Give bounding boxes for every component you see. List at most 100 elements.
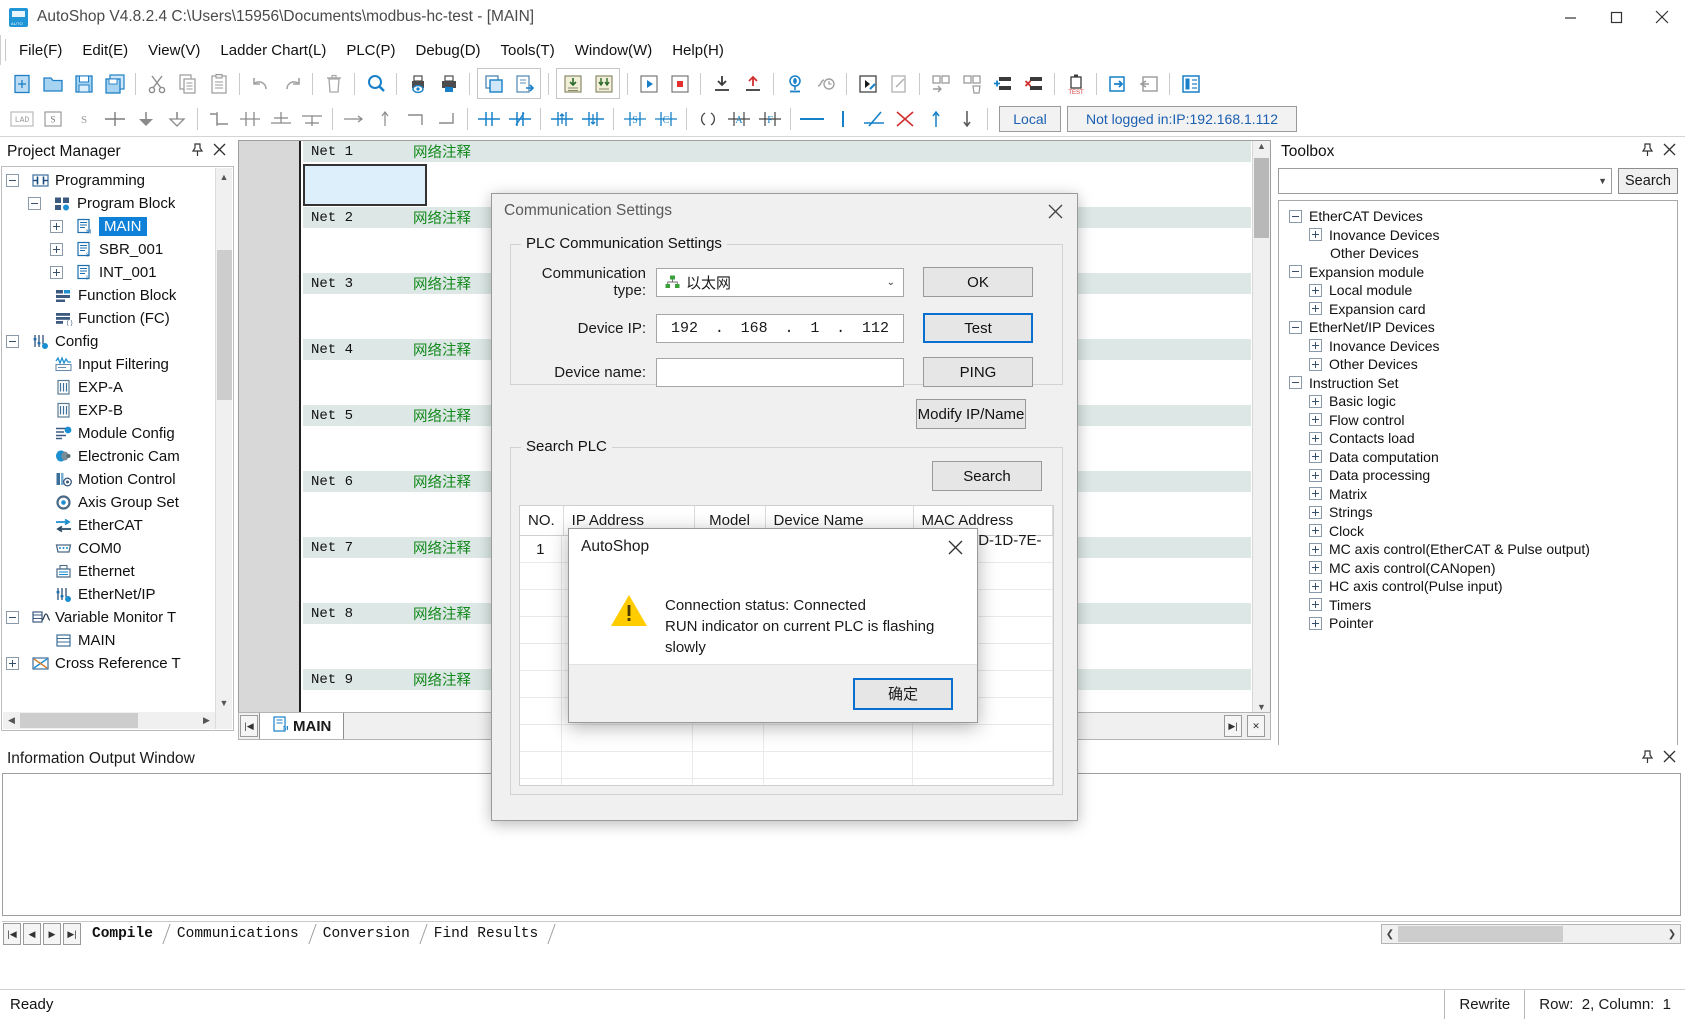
iow-nav-next[interactable]: ▶ — [43, 923, 61, 945]
expand-icon[interactable] — [1309, 561, 1322, 574]
tab-nav-first[interactable]: |◀ — [240, 715, 258, 737]
iow-tab-conversion[interactable]: Conversion — [313, 924, 424, 944]
tree-item-axis-group-set[interactable]: Axis Group Set — [2, 491, 216, 514]
close-icon[interactable] — [1663, 750, 1676, 769]
stl-icon[interactable]: S — [37, 105, 68, 134]
menu-help[interactable]: Help(H) — [662, 39, 734, 62]
ok-button[interactable]: OK — [923, 267, 1033, 297]
scroll-up-arrow[interactable]: ▲ — [216, 168, 232, 185]
toolbox-item-instruction-set[interactable]: Instruction Set — [1285, 374, 1677, 393]
tree-item-module-config[interactable]: Module Config — [2, 422, 216, 445]
toolbox-item-basic-logic[interactable]: Basic logic — [1285, 392, 1677, 411]
lad-icon[interactable]: LAD — [6, 105, 37, 134]
expand-icon[interactable] — [1309, 413, 1322, 426]
close-icon[interactable] — [213, 143, 226, 162]
tree-item-electronic-cam[interactable]: Electronic Cam — [2, 445, 216, 468]
login-status-button[interactable]: Not logged in:IP:192.168.1.112 — [1067, 106, 1297, 132]
expand-icon[interactable] — [1309, 487, 1322, 500]
menu-debug[interactable]: Debug(D) — [406, 39, 491, 62]
toolbox-item-expansion-module[interactable]: Expansion module — [1285, 263, 1677, 282]
branch4-icon[interactable] — [296, 105, 327, 134]
tree-item-config[interactable]: Config — [2, 330, 216, 353]
test-button[interactable]: Test — [923, 313, 1033, 343]
net-header[interactable]: Net 1网络注释 — [303, 141, 1251, 163]
device-ip-input[interactable]: 192. 168. 1. 112 — [656, 314, 904, 343]
upload-icon[interactable] — [737, 69, 768, 98]
tree-item-programming[interactable]: Programming — [2, 169, 216, 192]
tree-item-function-fc[interactable]: ()Function (FC) — [2, 307, 216, 330]
tree-item-int-001[interactable]: IINT_001 — [2, 261, 216, 284]
menu-view[interactable]: View(V) — [138, 39, 210, 62]
toolbox-item-other-devices[interactable]: Other Devices — [1285, 244, 1677, 263]
find-icon[interactable] — [360, 69, 391, 98]
tree-item-program-block[interactable]: Program Block — [2, 192, 216, 215]
toolbox-tree[interactable]: EtherCAT DevicesInovance DevicesOther De… — [1278, 200, 1678, 770]
save-icon[interactable] — [68, 69, 99, 98]
tree-item-com0[interactable]: COM0 — [2, 537, 216, 560]
branch2-icon[interactable] — [234, 105, 265, 134]
tree-item-motion-control[interactable]: Motion Control — [2, 468, 216, 491]
edit-note-icon[interactable] — [883, 69, 914, 98]
qr-scan-icon[interactable] — [925, 69, 956, 98]
project-tree-vscrollbar[interactable]: ▲ ▼ — [215, 168, 232, 729]
net-comment[interactable]: 网络注释 — [413, 471, 471, 492]
tree-item-exp-a[interactable]: EXP-A — [2, 376, 216, 399]
copy-icon[interactable] — [172, 69, 203, 98]
toolbox-item-ethernet-ip-devices[interactable]: EtherNet/IP Devices — [1285, 318, 1677, 337]
tree-item-ethernet[interactable]: Ethernet — [2, 560, 216, 583]
contact-nc-icon[interactable] — [504, 105, 535, 134]
menu-tools[interactable]: Tools(T) — [491, 39, 565, 62]
close-button[interactable] — [1639, 0, 1685, 35]
expand-icon[interactable] — [6, 657, 19, 670]
compare-icon[interactable] — [478, 69, 509, 98]
coil-down-icon[interactable] — [130, 105, 161, 134]
falling-edge-icon[interactable] — [577, 105, 608, 134]
iow-hscrollbar[interactable]: ❮ ❯ — [1381, 924, 1681, 944]
hline-icon[interactable] — [796, 105, 827, 134]
ip-octet-4[interactable]: 112 — [862, 320, 889, 337]
toolbox-item-hc-axis-control-pulse-input[interactable]: HC axis control(Pulse input) — [1285, 577, 1677, 596]
branch3-icon[interactable] — [265, 105, 296, 134]
line-corner2-icon[interactable] — [431, 105, 462, 134]
iow-tab-communications[interactable]: Communications — [167, 924, 313, 944]
paste-icon[interactable] — [203, 69, 234, 98]
toolbox-item-data-processing[interactable]: Data processing — [1285, 466, 1677, 485]
test-usb-icon[interactable]: TEST — [1060, 69, 1091, 98]
comm-dialog-close-icon[interactable] — [1033, 194, 1077, 228]
ip-octet-1[interactable]: 192 — [671, 320, 698, 337]
pin-icon[interactable] — [1641, 143, 1654, 162]
toolbox-item-mc-axis-control-ethercat-pulse-output[interactable]: MC axis control(EtherCAT & Pulse output) — [1285, 540, 1677, 559]
contact-na-icon[interactable] — [473, 105, 504, 134]
net-comment[interactable]: 网络注释 — [413, 339, 471, 360]
chevron-down-icon[interactable]: ▼ — [1598, 176, 1607, 186]
stop-icon[interactable] — [664, 69, 695, 98]
msgbox-ok-button[interactable]: 确定 — [853, 678, 953, 710]
undo-icon[interactable] — [245, 69, 276, 98]
expand-icon[interactable] — [50, 243, 63, 256]
collapse-icon[interactable] — [6, 335, 19, 348]
minimize-button[interactable] — [1547, 0, 1593, 35]
expand-icon[interactable] — [1309, 617, 1322, 630]
menu-window[interactable]: Window(W) — [565, 39, 663, 62]
ip-octet-2[interactable]: 168 — [741, 320, 768, 337]
selected-cell[interactable] — [303, 164, 427, 206]
iow-tab-compile[interactable]: Compile — [82, 924, 167, 944]
del-x-icon[interactable] — [889, 105, 920, 134]
tree-item-ethercat[interactable]: EtherCAT — [2, 514, 216, 537]
pin-icon[interactable] — [191, 143, 204, 162]
pin-icon[interactable] — [1641, 750, 1654, 769]
communication-type-select[interactable]: 以太网 ⌄ — [656, 268, 904, 297]
ip-octet-3[interactable]: 1 — [810, 320, 819, 337]
maximize-button[interactable] — [1593, 0, 1639, 35]
scroll-thumb-h[interactable] — [20, 713, 138, 728]
menu-ladder-chart[interactable]: Ladder Chart(L) — [210, 39, 336, 62]
rising-edge-icon[interactable] — [546, 105, 577, 134]
tab-nav-last[interactable]: ▶| — [1224, 715, 1242, 737]
expand-icon[interactable] — [1309, 598, 1322, 611]
tree-item-exp-b[interactable]: EXP-B — [2, 399, 216, 422]
toolbox-item-mc-axis-control-canopen[interactable]: MC axis control(CANopen) — [1285, 559, 1677, 578]
close-icon[interactable] — [1663, 143, 1676, 162]
toolbox-item-inovance-devices[interactable]: Inovance Devices — [1285, 226, 1677, 245]
toolbox-item-other-devices[interactable]: Other Devices — [1285, 355, 1677, 374]
line-corner-icon[interactable] — [400, 105, 431, 134]
